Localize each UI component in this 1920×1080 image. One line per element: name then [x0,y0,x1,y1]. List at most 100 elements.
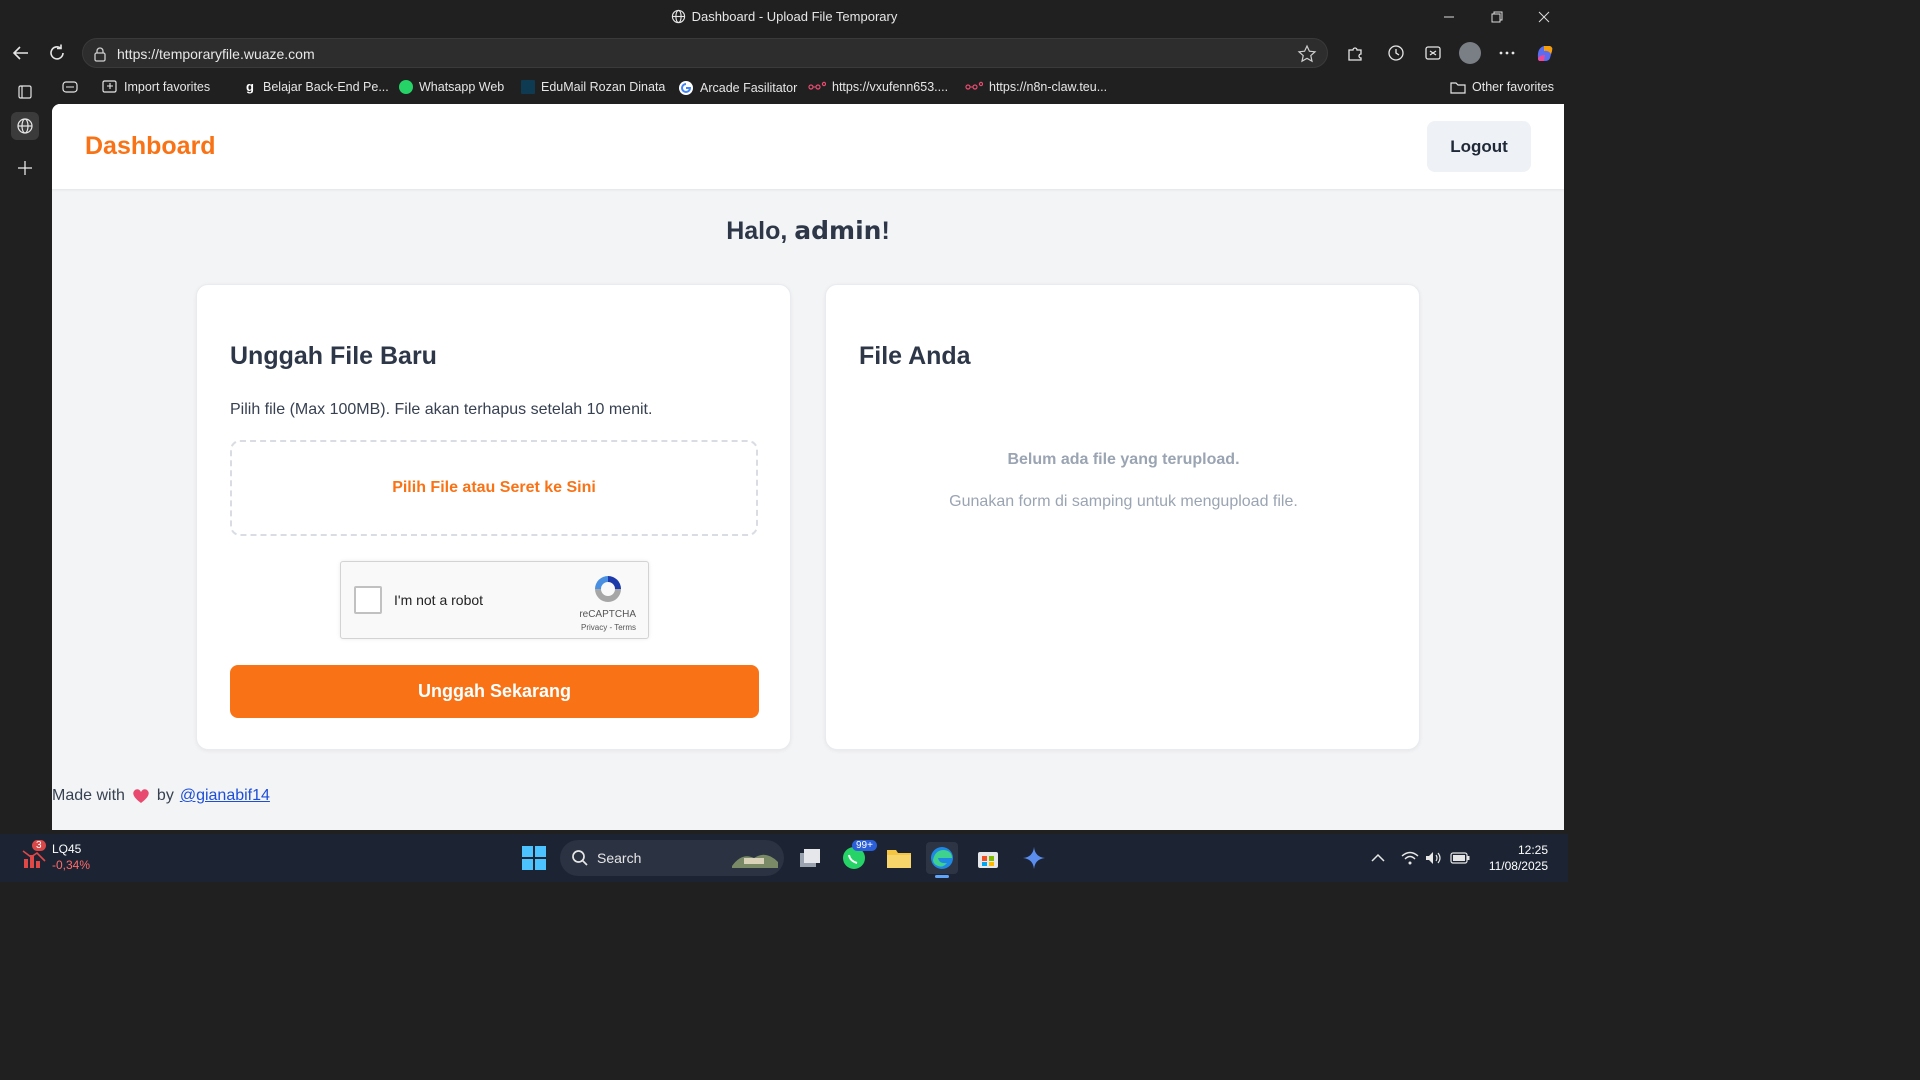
tab-actions-button[interactable] [11,78,39,106]
stock-badge: 3 [32,840,46,851]
stock-change: -0,34% [52,858,91,872]
window-titlebar: Dashboard - Upload File Temporary [0,0,1568,34]
copilot-button[interactable] [1533,41,1557,65]
window-title-text: Dashboard - Upload File Temporary [691,9,898,24]
restore-button[interactable] [1474,0,1520,34]
lock-icon [94,47,106,62]
favorite-n8n-1[interactable]: https://vxufenn653.... [808,80,948,94]
app-brand[interactable]: Dashboard [85,132,216,161]
speaker-icon [1426,852,1441,864]
search-label[interactable]: Search [597,850,641,866]
footer-by: by [156,787,174,804]
taskbar-clock[interactable]: 12:25 11/08/2025 [1489,842,1548,874]
show-hidden-icons[interactable] [1362,842,1394,874]
favorite-star-icon[interactable] [1297,44,1317,64]
avatar [1459,42,1481,64]
page-footer: Made with by @gianabif14 [52,787,270,805]
recaptcha-label: I'm not a robot [394,592,484,608]
upload-description: Pilih file (Max 100MB). File akan terhap… [230,401,653,418]
minimize-button[interactable] [1426,0,1472,34]
puzzle-icon [1348,47,1362,61]
greeting: Halo, admin! [52,216,1564,246]
favorite-edumail[interactable]: EduMail Rozan Dinata [521,80,665,94]
browser-toolbar: https://temporaryfile.wuaze.com [0,34,1568,72]
author-link[interactable]: @gianabif14 [180,787,270,805]
close-icon [1538,11,1550,23]
back-arrow-icon [12,46,28,60]
folder-icon [1450,82,1466,94]
refresh-button[interactable] [44,40,70,66]
close-window-button[interactable] [1521,0,1567,34]
back-button[interactable] [8,40,34,66]
recaptcha-terms-link[interactable]: Terms [614,623,636,632]
favorite-label[interactable]: https://n8n-claw.teu... [989,80,1107,94]
tabs-icon [18,85,32,99]
favorite-label[interactable]: EduMail Rozan Dinata [541,80,665,94]
greeting-username: admin [794,216,882,245]
other-favorites[interactable]: Other favorites [1450,80,1554,94]
upload-submit-button[interactable]: Unggah Sekarang [230,665,759,718]
favorite-label[interactable]: Belajar Back-End Pe... [263,80,389,94]
other-favorites-label[interactable]: Other favorites [1472,80,1554,94]
favorite-n8n-2[interactable]: https://n8n-claw.teu... [965,80,1107,94]
recaptcha-privacy-link[interactable]: Privacy [581,623,607,632]
windows-taskbar: 3 LQ45 -0,34% Search 99+ 12:25 11/08/202… [0,834,1568,882]
screenshot-button[interactable] [1421,41,1445,65]
taskbar-copilot[interactable] [1018,842,1050,874]
more-menu-button[interactable] [1495,41,1519,65]
taskbar-store[interactable] [972,842,1004,874]
stock-symbol: LQ45 [52,842,82,856]
task-view-button[interactable] [794,842,826,874]
favorites-toggle[interactable] [62,80,78,94]
upload-card-title: Unggah File Baru [230,342,437,370]
recaptcha-links: Privacy - Terms [581,623,636,632]
extensions-button[interactable] [1343,41,1367,65]
favorite-import[interactable]: Import favorites [102,80,210,94]
start-button[interactable] [518,842,550,874]
taskbar-edge[interactable] [926,842,958,878]
restore-icon [1491,11,1503,23]
favorite-arcade[interactable]: Arcade Fasilitator [678,80,797,96]
address-bar[interactable]: https://temporaryfile.wuaze.com [82,38,1328,68]
greeting-prefix: Halo, [726,217,795,245]
battery-icon [1450,852,1470,864]
files-card: File Anda Belum ada file yang terupload.… [825,284,1420,750]
google-icon [679,81,693,95]
taskbar-file-explorer[interactable] [883,842,915,874]
url-text[interactable]: https://temporaryfile.wuaze.com [117,46,315,62]
favorite-label[interactable]: Whatsapp Web [419,80,504,94]
favorite-dicoding[interactable]: g Belajar Back-End Pe... [243,80,389,94]
browser-sidebar [0,72,52,834]
folder-icon [887,850,911,868]
favorite-label[interactable]: https://vxufenn653.... [832,80,948,94]
greeting-suffix: ! [881,217,890,245]
empty-state-title: Belum ada file yang terupload. [1007,451,1240,468]
stock-info[interactable]: LQ45 -0,34% [52,841,90,873]
favorite-whatsapp[interactable]: Whatsapp Web [399,80,504,94]
active-indicator [935,875,949,878]
favorites-bar: Import favorites g Belajar Back-End Pe..… [0,72,1568,104]
chevron-up-icon [1371,853,1385,862]
favorite-label[interactable]: Import favorites [124,80,210,94]
refresh-icon [50,44,64,60]
history-button[interactable] [1384,41,1408,65]
minimize-icon [1444,16,1454,18]
upload-card: Unggah File Baru Pilih file (Max 100MB).… [196,284,791,750]
dropzone-label[interactable]: Pilih File atau Seret ke Sini [392,479,596,497]
profile-button[interactable] [1458,41,1482,65]
edumail-icon [521,80,535,94]
battery-status[interactable] [1444,842,1476,874]
recaptcha-checkbox[interactable] [354,586,382,614]
vertical-tab-active[interactable] [11,112,39,140]
file-dropzone[interactable]: Pilih File atau Seret ke Sini [230,440,758,536]
favorite-label[interactable]: Arcade Fasilitator [700,81,797,95]
new-tab-button[interactable] [11,154,39,182]
logout-button[interactable]: Logout [1427,121,1531,172]
taskbar-whatsapp[interactable]: 99+ [838,840,877,874]
screenshot-icon [1425,46,1441,60]
taskbar-search[interactable]: Search [560,840,784,876]
search-icon [572,850,588,866]
stock-widget[interactable]: 3 [18,840,50,874]
store-icon [978,852,998,868]
app-header: Dashboard Logout [52,104,1564,189]
